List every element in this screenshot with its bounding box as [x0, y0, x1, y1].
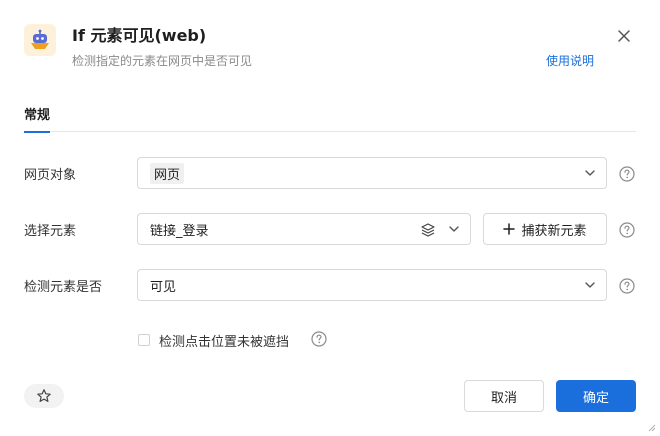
- dialog-subtitle: 检测指定的元素在网页中是否可见: [72, 54, 253, 68]
- webpage-chip: 网页: [150, 162, 185, 184]
- chevron-down-icon: [449, 226, 459, 232]
- tab-general[interactable]: 常规: [24, 104, 51, 133]
- select-element-field[interactable]: 链接_登录: [137, 213, 471, 245]
- element-value: 链接_登录: [150, 223, 209, 239]
- help-icon[interactable]: [619, 166, 635, 182]
- select-element-label: 选择元素: [24, 224, 77, 239]
- confirm-button[interactable]: 确定: [556, 380, 636, 412]
- dialog-title: If 元素可见(web): [72, 26, 207, 45]
- occlusion-check-checkbox[interactable]: [138, 334, 150, 346]
- layers-icon[interactable]: [420, 222, 436, 238]
- webpage-object-label: 网页对象: [24, 168, 77, 183]
- detect-visibility-select[interactable]: 可见: [137, 269, 607, 301]
- capture-new-element-button[interactable]: 捕获新元素: [483, 213, 607, 245]
- usage-help-link[interactable]: 使用说明: [546, 52, 594, 69]
- detect-element-label: 检测元素是否: [24, 280, 103, 295]
- dialog: If 元素可见(web) 检测指定的元素在网页中是否可见 使用说明 常规 网页对…: [0, 0, 660, 436]
- favorite-button[interactable]: [24, 384, 64, 408]
- plus-icon: [503, 223, 516, 235]
- capture-new-element-label: 捕获新元素: [521, 223, 587, 239]
- chevron-down-icon: [585, 170, 595, 176]
- help-icon[interactable]: [311, 331, 327, 347]
- close-button[interactable]: [614, 26, 634, 46]
- tab-bar: 常规: [24, 104, 636, 133]
- star-icon: [37, 389, 51, 402]
- robot-icon: [24, 24, 56, 56]
- detect-visibility-value: 可见: [150, 279, 177, 295]
- chevron-down-icon: [585, 282, 595, 288]
- resize-grip-icon[interactable]: [646, 422, 656, 432]
- occlusion-check-label: 检测点击位置未被遮挡: [159, 335, 290, 350]
- webpage-object-select[interactable]: 网页: [137, 157, 607, 189]
- cancel-button[interactable]: 取消: [464, 380, 544, 412]
- close-icon: [618, 30, 630, 42]
- help-icon[interactable]: [619, 222, 635, 238]
- help-icon[interactable]: [619, 278, 635, 294]
